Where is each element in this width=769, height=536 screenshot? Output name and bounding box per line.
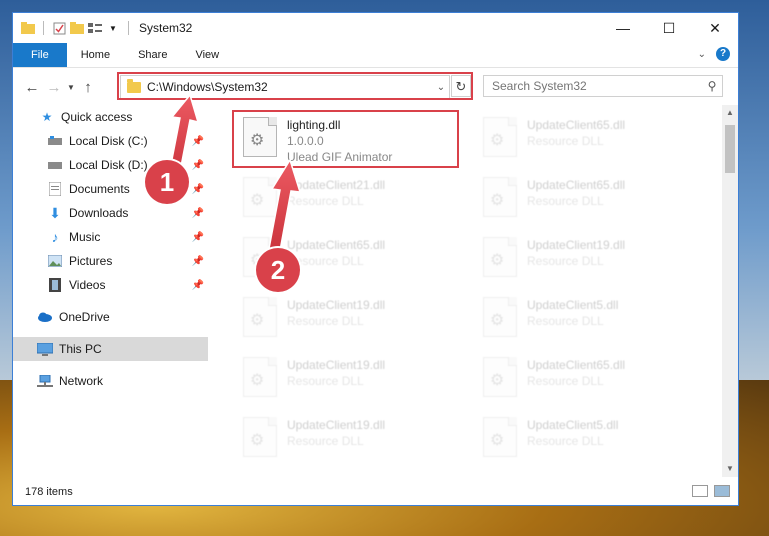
annotation-arrows: [167, 93, 302, 257]
step-badge-2: 2: [256, 248, 300, 292]
step-badge-1: 1: [145, 160, 189, 204]
arrow-2: [267, 158, 302, 257]
